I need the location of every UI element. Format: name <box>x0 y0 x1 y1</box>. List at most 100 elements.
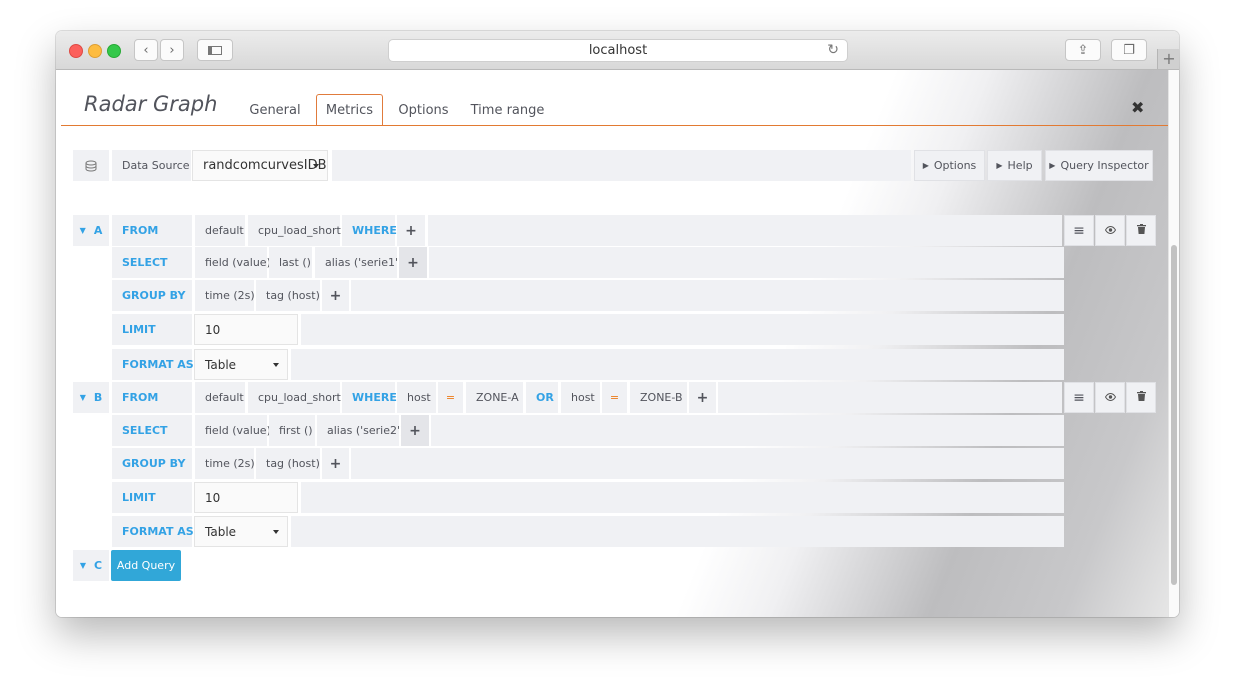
query-a-limit-filler <box>301 314 1064 345</box>
query-c-ref: C <box>94 559 103 572</box>
query-inspector-button[interactable]: ▶ Query Inspector <box>1045 150 1153 181</box>
query-a-add-groupby-button[interactable]: + <box>322 280 349 311</box>
plus-icon: + <box>329 287 342 304</box>
chevron-right-icon: › <box>169 42 175 58</box>
tab-metrics[interactable]: Metrics <box>316 94 383 126</box>
query-a-format-select[interactable]: Table <box>194 349 288 380</box>
query-a-select-function[interactable]: last () <box>269 247 312 278</box>
tab-options[interactable]: Options <box>396 94 451 126</box>
query-b-limit-input[interactable]: 10 <box>194 482 298 513</box>
caret-down-icon <box>313 163 319 168</box>
plus-icon: + <box>1162 49 1176 68</box>
query-b-menu-button[interactable]: ≡ <box>1064 382 1094 413</box>
new-tab-button[interactable]: + <box>1157 49 1179 69</box>
query-a-groupby-tag[interactable]: tag (host) <box>256 280 320 311</box>
back-button[interactable]: ‹ <box>134 39 158 61</box>
query-b-condition-value-2[interactable]: ZONE-B <box>630 382 687 413</box>
sidebar-button[interactable] <box>197 39 233 61</box>
caret-down-icon <box>273 362 279 367</box>
query-a-add-where-button[interactable]: + <box>397 215 425 246</box>
datasource-filler <box>332 150 911 181</box>
datasource-label: Data Source <box>112 150 191 181</box>
plus-icon: + <box>329 455 342 472</box>
options-button[interactable]: ▶ Options <box>914 150 985 181</box>
query-a-ref: A <box>93 224 103 237</box>
query-b-format-value: Table <box>205 524 237 539</box>
plus-icon: + <box>696 389 709 406</box>
query-b-condition-key-2[interactable]: host <box>561 382 600 413</box>
query-b-format-select[interactable]: Table <box>194 516 288 547</box>
query-b-format-keyword: FORMAT AS <box>112 516 194 547</box>
query-b-select-field[interactable]: field (value) <box>195 415 271 446</box>
panel-title: Radar Graph <box>84 92 218 116</box>
query-b-groupby-tag[interactable]: tag (host) <box>256 448 320 479</box>
page-content: Radar Graph General Metrics Options Time… <box>56 70 1168 617</box>
trash-icon <box>1136 224 1146 237</box>
query-a-delete-button[interactable] <box>1126 215 1156 246</box>
scrollbar-thumb[interactable] <box>1171 245 1177 585</box>
query-b-condition-op-1[interactable]: = <box>438 382 463 413</box>
query-b-add-where-button[interactable]: + <box>689 382 716 413</box>
query-c-toggle[interactable]: ▼ C <box>73 550 109 581</box>
query-b-from-filler <box>718 382 1062 413</box>
query-a-groupby-time[interactable]: time (2s) <box>195 280 255 311</box>
help-button[interactable]: ▶ Help <box>987 150 1042 181</box>
tab-time-range[interactable]: Time range <box>470 94 545 126</box>
add-query-button[interactable]: Add Query <box>111 550 181 581</box>
address-bar[interactable]: localhost ↻ <box>388 39 848 62</box>
reload-icon[interactable]: ↻ <box>827 42 839 58</box>
query-b-toggle-visibility-button[interactable] <box>1095 382 1125 413</box>
tab-underline <box>61 125 1168 126</box>
query-b-add-select-button[interactable]: + <box>401 415 429 446</box>
query-b-measurement[interactable]: cpu_load_short <box>248 382 341 413</box>
caret-down-icon <box>273 529 279 534</box>
plus-icon: + <box>405 222 417 239</box>
query-a-toggle-visibility-button[interactable] <box>1095 215 1125 246</box>
query-b-ref: B <box>93 391 103 404</box>
query-a-where-keyword: WHERE <box>342 215 397 246</box>
query-b-condition-op-2[interactable]: = <box>602 382 627 413</box>
forward-button[interactable]: › <box>160 39 184 61</box>
query-a-add-select-button[interactable]: + <box>399 247 427 278</box>
query-b-select-function[interactable]: first () <box>269 415 315 446</box>
zoom-window-button[interactable] <box>107 44 121 58</box>
query-b-toggle[interactable]: ▼ B <box>73 382 109 413</box>
scrollbar-track[interactable] <box>1168 70 1179 617</box>
query-a-policy[interactable]: default <box>195 215 245 246</box>
query-a-measurement[interactable]: cpu_load_short <box>248 215 341 246</box>
query-b-add-groupby-button[interactable]: + <box>322 448 349 479</box>
query-b-condition-join[interactable]: OR <box>526 382 558 413</box>
tabs-overview-button[interactable]: ❐ <box>1111 39 1147 61</box>
query-b-condition-value-1[interactable]: ZONE-A <box>466 382 523 413</box>
query-b-groupby-time[interactable]: time (2s) <box>195 448 255 479</box>
share-button[interactable]: ⇪ <box>1065 39 1101 61</box>
help-button-label: Help <box>1007 159 1033 172</box>
query-a-select-alias[interactable]: alias ('serie1') <box>315 247 402 278</box>
query-a-select-field[interactable]: field (value) <box>195 247 271 278</box>
query-b-condition-key-1[interactable]: host <box>397 382 436 413</box>
query-a-select-keyword: SELECT <box>112 247 192 278</box>
query-a-limit-keyword: LIMIT <box>112 314 192 345</box>
query-a-limit-input[interactable]: 10 <box>194 314 298 345</box>
query-b-delete-button[interactable] <box>1126 382 1156 413</box>
query-b-policy[interactable]: default <box>195 382 245 413</box>
close-icon[interactable]: ✖ <box>1131 98 1144 117</box>
minimize-window-button[interactable] <box>88 44 102 58</box>
query-a-from-keyword: FROM <box>112 215 192 246</box>
query-b-groupby-keyword: GROUP BY <box>112 448 192 479</box>
eye-icon <box>1104 224 1116 237</box>
tabs-icon: ❐ <box>1123 42 1135 58</box>
query-inspector-label: Query Inspector <box>1060 159 1149 172</box>
database-icon <box>73 150 109 181</box>
caret-right-icon: ▶ <box>922 161 929 170</box>
query-a-from-filler <box>428 215 1062 246</box>
caret-down-icon: ▼ <box>79 561 87 570</box>
query-b-select-alias[interactable]: alias ('serie2') <box>317 415 404 446</box>
datasource-select[interactable]: randcomcurvesIDB <box>192 150 328 181</box>
query-a-toggle[interactable]: ▼ A <box>73 215 109 246</box>
browser-window: ‹ › localhost ↻ ⇪ ❐ + Radar Graph Genera… <box>56 31 1179 617</box>
close-window-button[interactable] <box>69 44 83 58</box>
plus-icon: + <box>407 254 419 271</box>
query-a-menu-button[interactable]: ≡ <box>1064 215 1094 246</box>
tab-general[interactable]: General <box>246 94 304 126</box>
